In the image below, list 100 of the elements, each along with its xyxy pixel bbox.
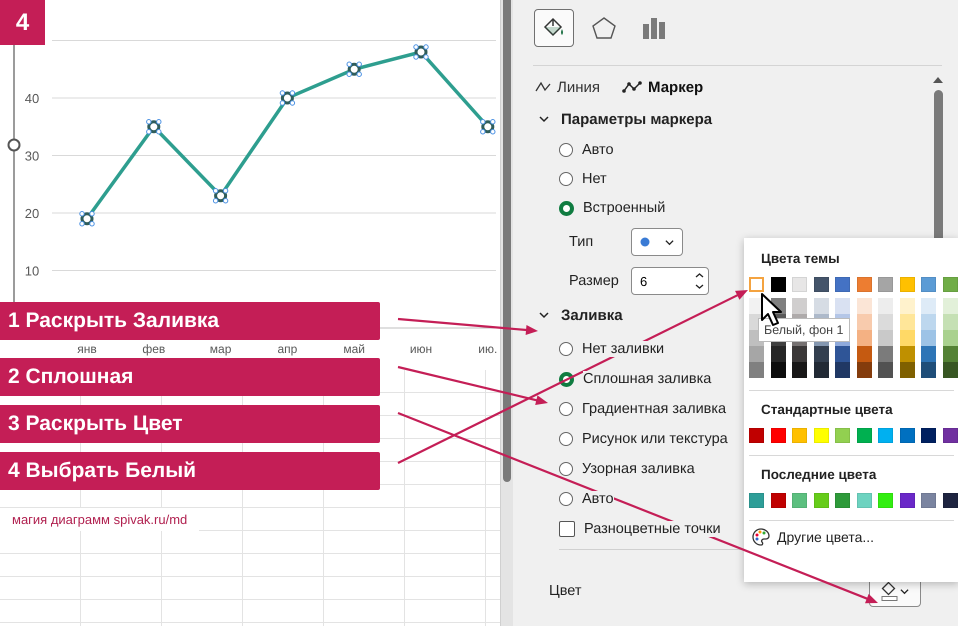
color-swatch[interactable] [856, 298, 872, 314]
color-swatch[interactable] [900, 298, 914, 314]
color-swatch[interactable] [900, 362, 914, 378]
color-swatch[interactable] [749, 277, 764, 292]
color-swatch[interactable] [835, 346, 850, 362]
color-swatch[interactable] [856, 314, 872, 330]
color-swatch[interactable] [921, 298, 936, 314]
option-label: Рисунок или текстура [582, 431, 728, 447]
data-marker[interactable] [480, 119, 496, 134]
palette-heading: Стандартные цвета [760, 401, 894, 419]
subtab[interactable]: Линия [535, 78, 600, 96]
axis-label: июн [410, 342, 432, 356]
color-swatch[interactable] [942, 314, 958, 330]
color-swatch[interactable] [792, 346, 807, 362]
data-marker[interactable] [346, 62, 362, 77]
chevron-icon [900, 586, 909, 596]
color-swatch[interactable] [814, 346, 828, 362]
color-swatch[interactable] [835, 298, 850, 314]
color-swatch[interactable] [878, 346, 893, 362]
color-swatch[interactable] [921, 330, 936, 346]
color-swatch[interactable] [835, 362, 850, 378]
tooltip: Белый, фон 1 [758, 318, 850, 342]
option-label: Встроенный [583, 200, 666, 216]
section-header[interactable]: Параметры маркера [535, 108, 712, 130]
palette-icon [751, 527, 771, 547]
color-swatch[interactable] [814, 362, 828, 378]
color-swatch[interactable] [878, 314, 893, 330]
data-marker[interactable] [280, 90, 296, 106]
spin-arrows-icon [695, 271, 704, 291]
axis-label: 30 [24, 148, 40, 164]
more-colors-item[interactable]: Другие цвета... [749, 527, 874, 547]
step-banner: 2 Сплошная [0, 358, 380, 396]
option-label: Нет заливки [582, 341, 664, 357]
section-header[interactable]: Заливка [535, 304, 623, 326]
size-spinner[interactable]: 6 [631, 267, 709, 295]
radio-button[interactable] [559, 462, 573, 476]
credit-text: магия диаграмм spivak.ru/md [0, 508, 200, 531]
color-swatch[interactable] [942, 298, 958, 314]
field-label: Тип [569, 234, 594, 250]
axis-label: апр [277, 342, 298, 356]
color-swatch[interactable] [878, 330, 893, 346]
axis-label: 40 [24, 91, 40, 106]
checkbox[interactable] [559, 521, 575, 537]
resize-handle[interactable] [8, 138, 20, 152]
axis-label: 10 [24, 264, 40, 278]
color-swatch[interactable] [792, 362, 807, 378]
color-swatch[interactable] [942, 346, 958, 362]
color-swatch[interactable] [770, 346, 786, 362]
radio-button[interactable] [559, 200, 574, 216]
color-swatch[interactable] [749, 346, 764, 362]
color-swatch[interactable] [942, 330, 958, 346]
axis-label: янв [77, 342, 97, 356]
data-marker[interactable] [79, 211, 95, 226]
color-swatch[interactable] [942, 362, 958, 378]
pentagon-icon [590, 15, 618, 41]
color-swatch[interactable] [900, 330, 914, 346]
data-marker[interactable] [146, 119, 162, 134]
line-icon [535, 81, 551, 93]
chevron-icon [665, 238, 674, 246]
chevron-icon [539, 114, 549, 124]
color-swatch[interactable] [878, 298, 893, 314]
option-label: Градиентная заливка [582, 401, 726, 417]
step-badge: 4 [0, 0, 45, 45]
step-banner: 1 Раскрыть Заливка [0, 302, 380, 340]
marker-type-dropdown[interactable] [631, 228, 683, 256]
axis-label: фев [142, 342, 166, 356]
color-swatch[interactable] [921, 314, 936, 330]
field-label: Цвет [549, 583, 582, 599]
color-swatch[interactable] [770, 362, 786, 378]
radio-button[interactable] [559, 342, 573, 356]
color-swatch[interactable] [856, 362, 872, 378]
axis-label: май [343, 342, 366, 356]
color-swatch[interactable] [900, 314, 914, 330]
color-swatch[interactable] [921, 346, 936, 362]
color-swatch[interactable] [814, 298, 828, 314]
scroll-up-icon[interactable] [932, 76, 944, 84]
marker-line-icon [622, 80, 642, 94]
palette-heading: Последние цвета [760, 466, 878, 484]
color-swatch[interactable] [856, 346, 872, 362]
subtab[interactable]: Маркер [622, 78, 704, 96]
data-marker[interactable] [413, 44, 429, 60]
radio-button[interactable] [559, 492, 573, 506]
color-swatch[interactable] [749, 362, 764, 378]
option-label: Узорная заливка [582, 461, 695, 477]
radio-button[interactable] [559, 402, 573, 416]
color-swatch[interactable] [900, 346, 914, 362]
color-swatch[interactable] [878, 362, 893, 378]
radio-button[interactable] [559, 172, 573, 186]
radio-button[interactable] [559, 432, 573, 446]
cursor-icon [761, 293, 782, 326]
step-banner: 3 Раскрыть Цвет [0, 405, 380, 443]
axis-label: 20 [24, 206, 40, 221]
marker-shape-icon [640, 237, 650, 247]
format-tab[interactable] [534, 9, 574, 47]
color-swatch[interactable] [792, 298, 807, 314]
color-swatch[interactable] [856, 330, 872, 346]
scrollbar-thumb[interactable] [503, 0, 511, 482]
color-swatch[interactable] [921, 362, 936, 378]
radio-button[interactable] [559, 143, 573, 157]
data-marker[interactable] [212, 188, 228, 204]
